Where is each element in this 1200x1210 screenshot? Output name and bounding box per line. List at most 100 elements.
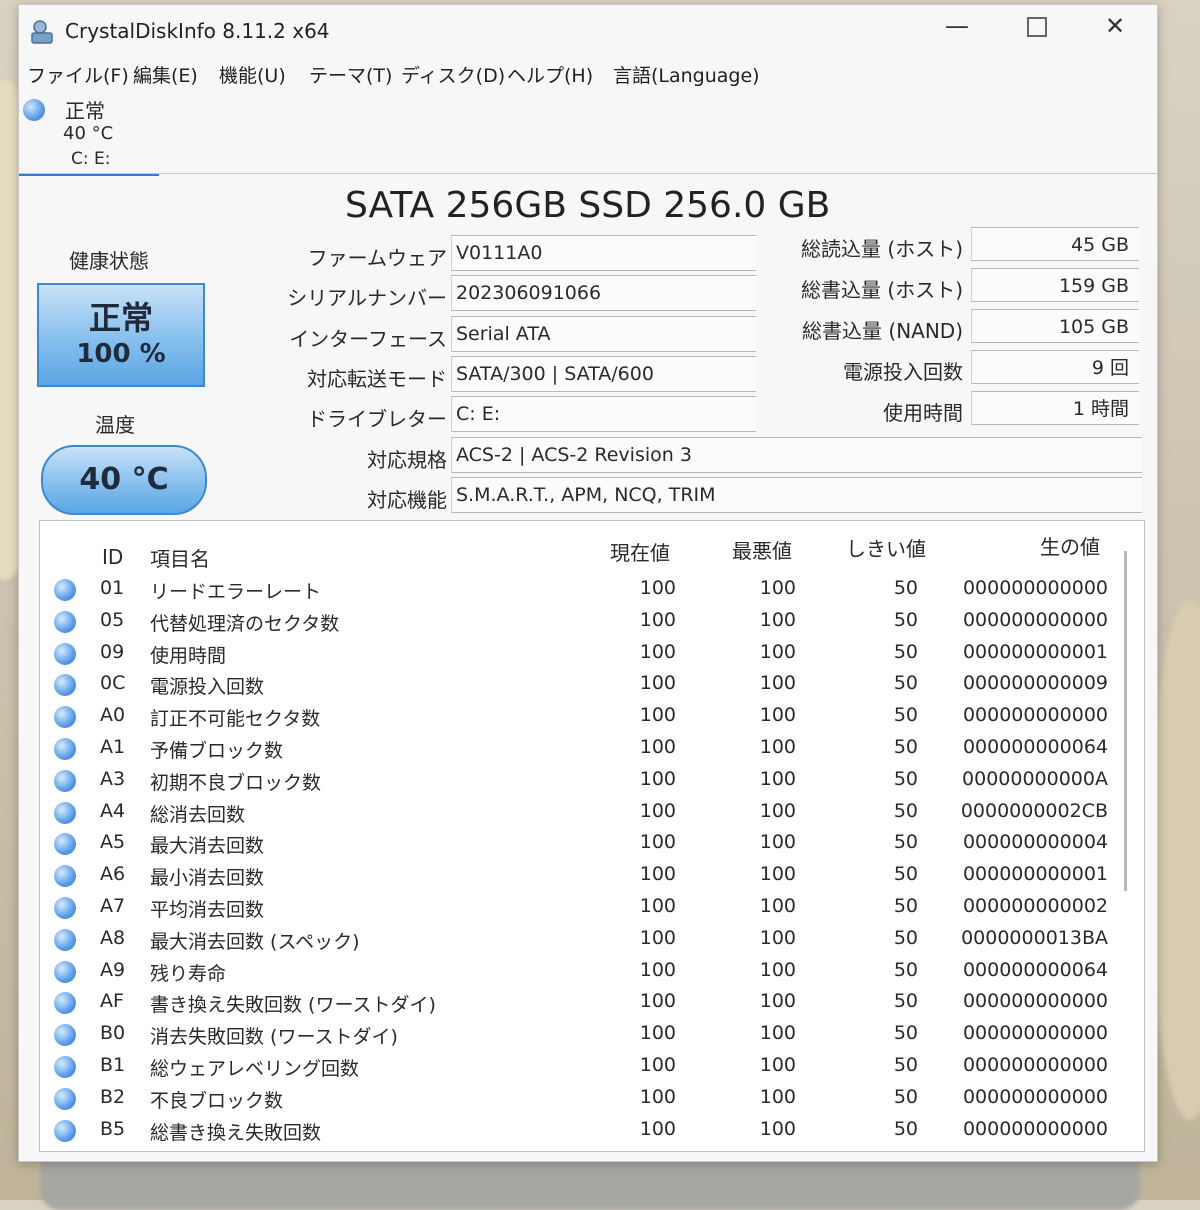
row-threshold-value: 50 <box>893 767 918 790</box>
row-threshold-value: 50 <box>893 1054 918 1076</box>
row-current-value: 100 <box>639 767 676 790</box>
row-worst-value: 100 <box>759 736 796 758</box>
column-header-name[interactable]: 項目名 <box>150 543 210 572</box>
row-current-value: 100 <box>639 926 676 949</box>
minimize-button[interactable]: — <box>931 7 983 47</box>
features-label: 対応機能 <box>367 488 447 512</box>
table-row[interactable]: 05 代替処理済のセクタ数 100 100 50 000000000000 <box>40 605 1120 637</box>
table-row[interactable]: A6 最小消去回数 100 100 50 000000000001 <box>40 859 1120 891</box>
row-threshold-value: 50 <box>893 863 918 886</box>
row-attribute-name: 電源投入回数 <box>150 676 265 699</box>
menu-edit[interactable]: 編集(E) <box>133 61 198 88</box>
table-row[interactable]: B5 総書き換え失敗回数 100 100 50 000000000000 <box>40 1114 1120 1146</box>
row-id: A9 <box>100 958 126 981</box>
row-attribute-name: 初期不良ブロック数 <box>150 771 322 794</box>
drive-letter-label: ドライブレター <box>307 407 447 431</box>
row-attribute-name: 代替処理済のセクタ数 <box>150 612 340 635</box>
row-worst-value: 100 <box>759 863 796 886</box>
table-row[interactable]: A7 平均消去回数 100 100 50 000000000002 <box>40 891 1120 923</box>
row-attribute-name: 最小消去回数 <box>150 867 265 890</box>
disk-tab[interactable]: 正常 40 °C C: E: <box>19 93 159 176</box>
scrollbar[interactable] <box>1124 551 1127 891</box>
row-worst-value: 100 <box>759 640 796 663</box>
row-raw-value: 000000000064 <box>962 736 1108 758</box>
row-attribute-name: 総書き換え失敗回数 <box>150 1121 322 1144</box>
temperature-button[interactable]: 40 °C <box>41 445 207 515</box>
row-attribute-name: 総消去回数 <box>150 803 246 826</box>
row-threshold-value: 50 <box>893 1022 918 1045</box>
row-raw-value: 000000000002 <box>962 895 1108 917</box>
window-title: CrystalDiskInfo 8.11.2 x64 <box>65 19 330 43</box>
temperature-label: 温度 <box>95 413 135 437</box>
status-icon <box>54 1119 76 1142</box>
row-worst-value: 100 <box>759 926 796 949</box>
row-raw-value: 0000000002CB <box>960 799 1108 822</box>
app-icon <box>31 20 53 44</box>
table-row[interactable]: A4 総消去回数 100 100 50 0000000002CB <box>40 796 1120 828</box>
maximize-button[interactable] <box>1011 7 1063 47</box>
table-row[interactable]: AF 書き換え失敗回数 (ワーストダイ) 100 100 50 000000000000 <box>40 986 1120 1018</box>
status-icon <box>54 897 76 919</box>
row-id: B0 <box>100 1022 126 1045</box>
interface-label: インターフェース <box>289 327 447 351</box>
table-row[interactable]: 09 使用時間 100 100 50 000000000001 <box>40 637 1120 669</box>
interface-value: Serial ATA <box>451 316 756 352</box>
row-id: A3 <box>100 767 126 790</box>
table-row[interactable]: B0 消去失敗回数 (ワーストダイ) 100 100 50 000000000000 <box>40 1018 1120 1050</box>
menu-language[interactable]: 言語(Language) <box>613 61 760 88</box>
table-row[interactable]: A0 訂正不可能セクタ数 100 100 50 000000000000 <box>40 700 1120 732</box>
close-button[interactable]: ✕ <box>1089 7 1141 47</box>
menu-bar: ファイル(F) 編集(E) 機能(U) テーマ(T) ディスク(D) ヘルプ(H… <box>19 53 1157 93</box>
column-header-id[interactable]: ID <box>102 545 123 569</box>
table-row[interactable]: A1 予備ブロック数 100 100 50 000000000064 <box>40 732 1120 764</box>
table-row[interactable]: B1 総ウェアレベリング回数 100 100 50 000000000000 <box>40 1050 1120 1082</box>
status-icon <box>54 674 76 697</box>
menu-function[interactable]: 機能(U) <box>219 61 286 88</box>
menu-file[interactable]: ファイル(F) <box>27 61 129 88</box>
menu-disk[interactable]: ディスク(D) <box>401 61 505 88</box>
health-status-button[interactable]: 正常 100 % <box>37 283 205 387</box>
row-raw-value: 000000000000 <box>962 1022 1108 1045</box>
menu-theme[interactable]: テーマ(T) <box>309 61 392 88</box>
row-worst-value: 100 <box>759 577 796 599</box>
row-current-value: 100 <box>639 958 676 981</box>
health-status: 正常 <box>88 299 153 337</box>
row-current-value: 100 <box>639 1085 676 1108</box>
power-on-count-label: 電源投入回数 <box>843 360 963 384</box>
row-current-value: 100 <box>639 799 676 822</box>
table-row[interactable]: 01 リードエラーレート 100 100 50 000000000000 <box>40 573 1120 605</box>
host-writes-value: 159 GB <box>971 268 1139 302</box>
title-bar: CrystalDiskInfo 8.11.2 x64 — ✕ <box>19 5 1157 53</box>
row-worst-value: 100 <box>759 799 796 822</box>
table-row[interactable]: A5 最大消去回数 100 100 50 000000000004 <box>40 827 1120 859</box>
status-icon <box>54 928 76 951</box>
standard-value: ACS-2 | ACS-2 Revision 3 <box>451 437 1142 473</box>
nand-writes-label: 総書込量 (NAND) <box>802 319 963 343</box>
table-row[interactable]: B2 不良ブロック数 100 100 50 000000000000 <box>40 1082 1120 1114</box>
row-current-value: 100 <box>639 704 676 727</box>
row-threshold-value: 50 <box>893 736 918 758</box>
status-icon <box>54 992 76 1015</box>
column-header-raw[interactable]: 生の値 <box>1040 531 1100 560</box>
column-header-worst[interactable]: 最悪値 <box>732 535 792 564</box>
status-icon <box>23 99 45 121</box>
row-attribute-name: 訂正不可能セクタ数 <box>150 708 321 731</box>
host-reads-value: 45 GB <box>971 227 1139 261</box>
column-header-current[interactable]: 現在値 <box>610 537 670 566</box>
row-raw-value: 000000000001 <box>962 863 1108 886</box>
row-id: A5 <box>100 831 126 854</box>
serial-label: シリアルナンバー <box>287 286 447 310</box>
table-row[interactable]: A3 初期不良ブロック数 100 100 50 00000000000A <box>40 764 1120 796</box>
column-header-threshold[interactable]: しきい値 <box>846 533 926 562</box>
row-raw-value: 000000000000 <box>962 577 1108 599</box>
table-row[interactable]: 0C 電源投入回数 100 100 50 000000000009 <box>40 668 1120 700</box>
row-id: A6 <box>100 863 126 886</box>
row-worst-value: 100 <box>759 895 796 917</box>
row-worst-value: 100 <box>759 608 796 631</box>
row-id: A1 <box>100 736 126 758</box>
menu-help[interactable]: ヘルプ(H) <box>507 61 593 88</box>
table-row[interactable]: A9 残り寿命 100 100 50 000000000064 <box>40 955 1120 987</box>
table-row[interactable]: A8 最大消去回数 (スペック) 100 100 50 0000000013BA <box>40 923 1120 955</box>
row-attribute-name: 消去失敗回数 (ワーストダイ) <box>150 1026 398 1049</box>
row-attribute-name: 使用時間 <box>150 644 227 667</box>
